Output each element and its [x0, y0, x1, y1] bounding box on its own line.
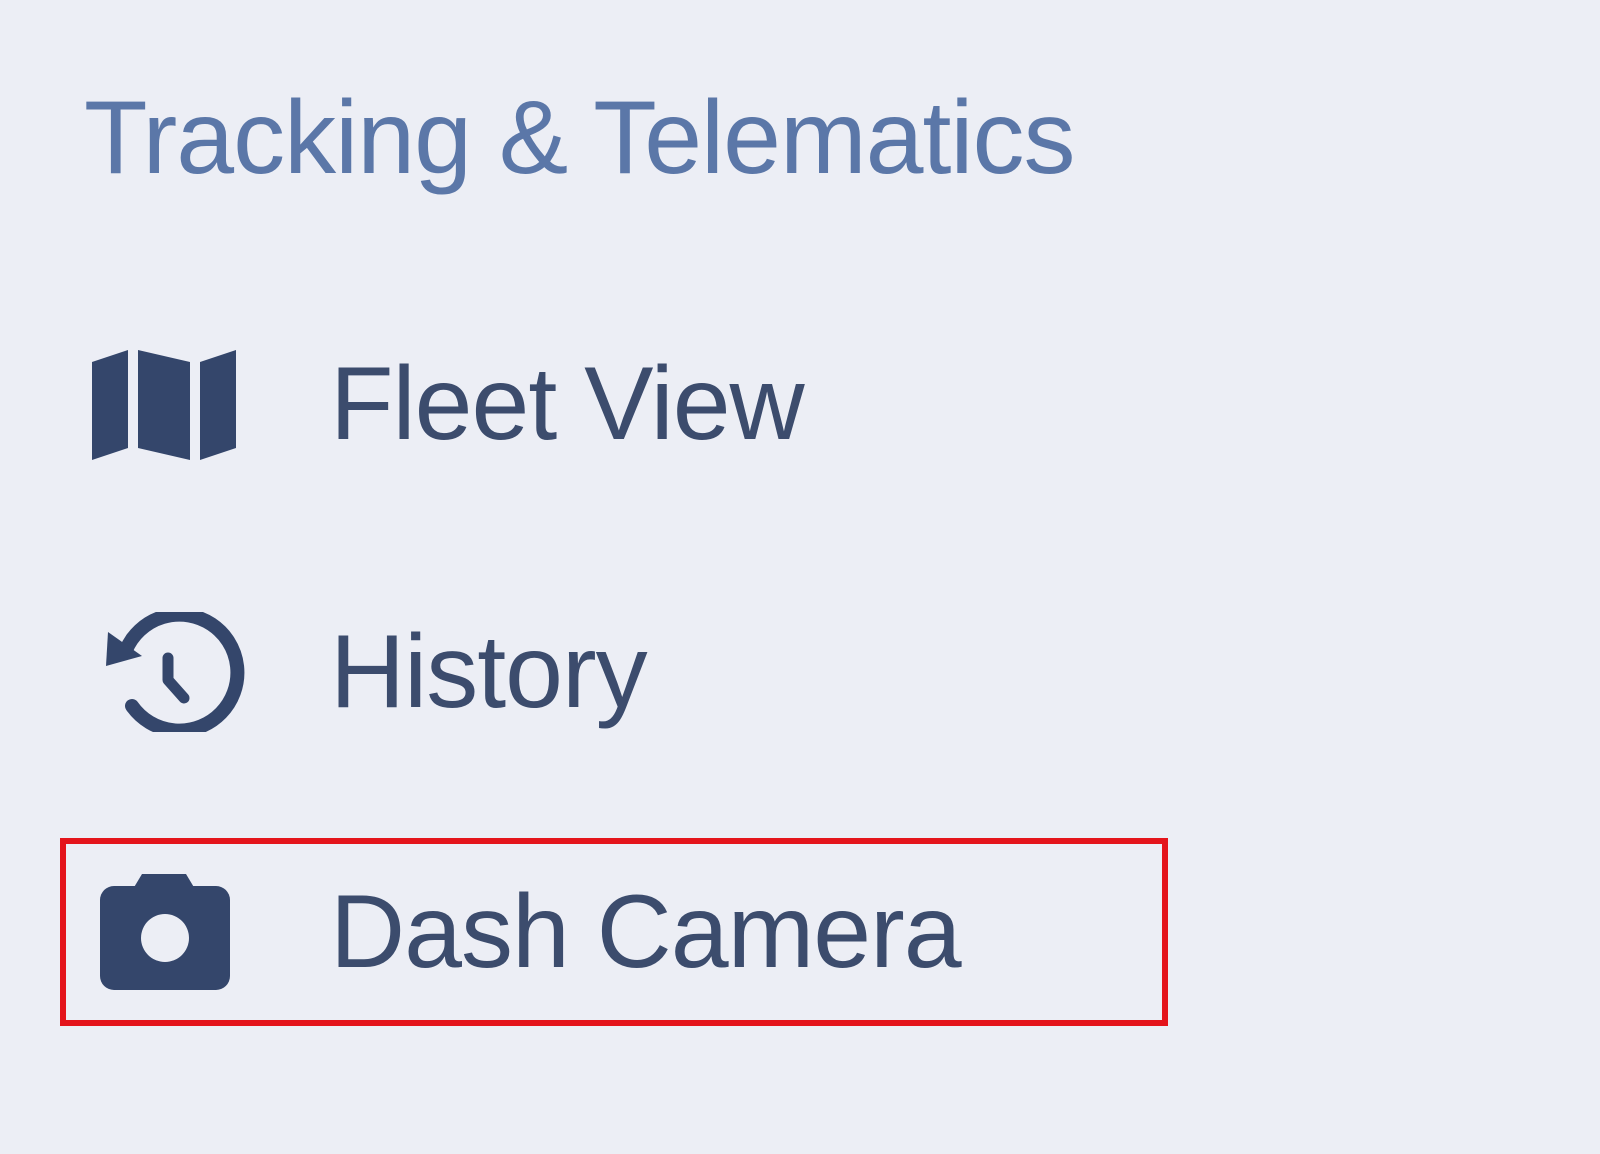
- nav-item-history[interactable]: History: [62, 580, 1166, 764]
- nav-item-fleet-view[interactable]: Fleet View: [62, 312, 1166, 496]
- camera-icon: [86, 872, 246, 992]
- nav-item-label: Fleet View: [330, 346, 805, 462]
- nav-item-label: Dash Camera: [330, 874, 962, 990]
- section-title-tracking-telematics: Tracking & Telematics: [84, 80, 1075, 196]
- map-icon: [86, 344, 246, 464]
- history-icon: [86, 612, 246, 732]
- nav-item-label: History: [330, 614, 648, 730]
- nav-item-dash-camera[interactable]: Dash Camera: [62, 840, 1166, 1024]
